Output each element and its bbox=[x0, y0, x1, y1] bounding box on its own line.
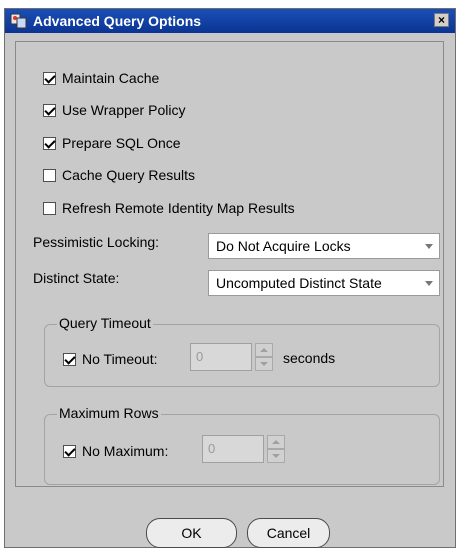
maintain-cache-checkbox[interactable] bbox=[43, 71, 56, 85]
refresh-remote-identity-map-checkbox[interactable] bbox=[43, 201, 56, 215]
window-title: Advanced Query Options bbox=[33, 13, 202, 29]
chevron-down-icon bbox=[425, 281, 433, 286]
prepare-sql-once-option[interactable]: Prepare SQL Once bbox=[43, 134, 181, 152]
distinct-state-select[interactable]: Uncomputed Distinct State bbox=[208, 270, 440, 296]
pessimistic-locking-value: Do Not Acquire Locks bbox=[216, 238, 351, 254]
cache-query-results-option[interactable]: Cache Query Results bbox=[43, 166, 195, 184]
pessimistic-locking-label: Pessimistic Locking: bbox=[33, 234, 160, 250]
use-wrapper-policy-checkbox[interactable] bbox=[43, 103, 56, 117]
timeout-unit-label: seconds bbox=[283, 350, 336, 366]
max-rows-stepper[interactable] bbox=[267, 435, 285, 463]
chevron-down-icon bbox=[425, 244, 433, 249]
cache-query-results-label: Cache Query Results bbox=[62, 167, 196, 183]
pessimistic-locking-select[interactable]: Do Not Acquire Locks bbox=[208, 233, 440, 259]
timeout-input[interactable]: 0 bbox=[190, 343, 252, 371]
no-timeout-option[interactable]: No Timeout: bbox=[63, 350, 157, 368]
max-rows-input[interactable]: 0 bbox=[202, 435, 264, 463]
refresh-remote-identity-map-option[interactable]: Refresh Remote Identity Map Results bbox=[43, 199, 295, 217]
prepare-sql-once-label: Prepare SQL Once bbox=[62, 135, 181, 151]
close-icon: × bbox=[437, 13, 445, 27]
query-timeout-title: Query Timeout bbox=[57, 315, 153, 331]
maintain-cache-option[interactable]: Maintain Cache bbox=[43, 69, 159, 87]
no-timeout-checkbox[interactable] bbox=[63, 352, 76, 366]
ok-button[interactable]: OK bbox=[146, 518, 237, 548]
timeout-stepper[interactable] bbox=[255, 343, 273, 371]
advanced-query-options-dialog: Advanced Query Options × Maintain Cache … bbox=[4, 8, 456, 548]
close-button[interactable]: × bbox=[434, 13, 449, 27]
distinct-state-value: Uncomputed Distinct State bbox=[216, 275, 382, 291]
no-maximum-option[interactable]: No Maximum: bbox=[63, 442, 168, 460]
spin-up-icon[interactable] bbox=[255, 343, 273, 357]
maintain-cache-label: Maintain Cache bbox=[62, 70, 160, 86]
maximum-rows-title: Maximum Rows bbox=[57, 405, 161, 421]
spin-down-icon[interactable] bbox=[255, 357, 273, 371]
spin-down-icon[interactable] bbox=[267, 449, 285, 463]
use-wrapper-policy-option[interactable]: Use Wrapper Policy bbox=[43, 101, 185, 119]
distinct-state-label: Distinct State: bbox=[33, 270, 120, 286]
app-icon bbox=[10, 13, 27, 29]
use-wrapper-policy-label: Use Wrapper Policy bbox=[62, 102, 186, 118]
no-maximum-label: No Maximum: bbox=[82, 443, 169, 459]
cancel-button[interactable]: Cancel bbox=[247, 518, 330, 548]
no-maximum-checkbox[interactable] bbox=[63, 444, 76, 458]
max-rows-value: 0 bbox=[208, 441, 216, 456]
refresh-remote-identity-map-label: Refresh Remote Identity Map Results bbox=[62, 200, 295, 216]
spin-up-icon[interactable] bbox=[267, 435, 285, 449]
no-timeout-label: No Timeout: bbox=[82, 351, 158, 367]
title-bar[interactable]: Advanced Query Options × bbox=[5, 9, 455, 33]
prepare-sql-once-checkbox[interactable] bbox=[43, 136, 56, 150]
timeout-value: 0 bbox=[196, 349, 204, 364]
cache-query-results-checkbox[interactable] bbox=[43, 168, 56, 182]
